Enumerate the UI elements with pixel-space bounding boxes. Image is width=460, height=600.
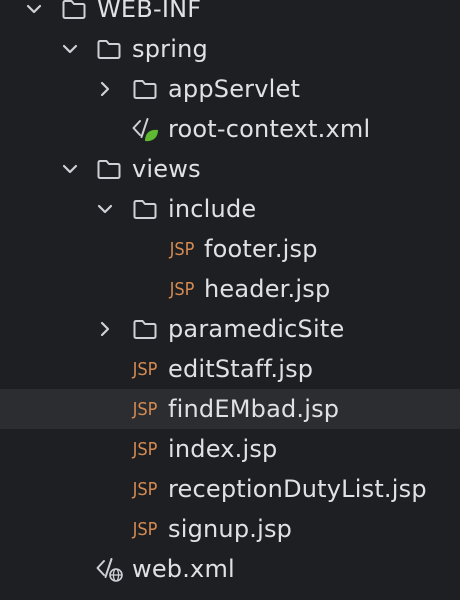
- chevron-down-icon[interactable]: [93, 197, 117, 221]
- folder-spring[interactable]: spring: [0, 29, 460, 69]
- jsp-file-icon: JSP: [132, 479, 158, 500]
- chevron-down-icon[interactable]: [58, 157, 82, 181]
- jsp-badge-text: JSP: [132, 479, 158, 500]
- folder-icon: [97, 40, 121, 59]
- tree-item-label: WEB-INF: [97, 0, 202, 23]
- jsp-file-icon: JSP: [132, 399, 158, 420]
- file-editstaff-jsp[interactable]: JSP editStaff.jsp: [0, 349, 460, 389]
- file-footer-jsp[interactable]: JSP footer.jsp: [0, 229, 460, 269]
- project-tree: WEB-INF spring appServlet root-context.x…: [0, 0, 460, 600]
- tree-item-label: appServlet: [168, 75, 301, 103]
- jsp-badge-text: JSP: [132, 519, 158, 540]
- tree-item-label: index.jsp: [168, 435, 278, 463]
- tree-item-label: signup.jsp: [168, 515, 293, 543]
- spring-xml-file-icon: [132, 118, 158, 142]
- file-receptiondutylist-jsp[interactable]: JSP receptionDutyList.jsp: [0, 469, 460, 509]
- tree-item-label: root-context.xml: [168, 115, 371, 143]
- tree-item-label: footer.jsp: [204, 235, 318, 263]
- tree-item-label: header.jsp: [204, 275, 331, 303]
- tree-item-label: include: [168, 195, 257, 223]
- jsp-badge-text: JSP: [169, 239, 195, 260]
- tree-item-label: findEMbad.jsp: [168, 395, 340, 423]
- folder-include[interactable]: include: [0, 189, 460, 229]
- folder-web-inf[interactable]: WEB-INF: [0, 0, 460, 29]
- folder-views[interactable]: views: [0, 149, 460, 189]
- chevron-right-icon[interactable]: [93, 317, 117, 341]
- folder-icon: [62, 0, 86, 19]
- web-xml-file-icon: [96, 558, 123, 582]
- folder-icon: [133, 200, 157, 219]
- jsp-file-icon: JSP: [132, 359, 158, 380]
- file-findembad-jsp[interactable]: JSP findEMbad.jsp: [0, 389, 460, 429]
- tree-item-label: receptionDutyList.jsp: [168, 475, 427, 503]
- file-root-context-xml[interactable]: root-context.xml: [0, 109, 460, 149]
- folder-icon: [97, 160, 121, 179]
- file-signup-jsp[interactable]: JSP signup.jsp: [0, 509, 460, 549]
- jsp-file-icon: JSP: [132, 439, 158, 460]
- file-index-jsp[interactable]: JSP index.jsp: [0, 429, 460, 469]
- chevron-right-icon[interactable]: [93, 77, 117, 101]
- jsp-badge-text: JSP: [132, 439, 158, 460]
- jsp-badge-text: JSP: [132, 359, 158, 380]
- jsp-badge-text: JSP: [132, 399, 158, 420]
- chevron-down-icon[interactable]: [58, 37, 82, 61]
- tree-item-label: spring: [132, 35, 208, 63]
- tree-item-label: paramedicSite: [168, 315, 345, 343]
- folder-paramedicsite[interactable]: paramedicSite: [0, 309, 460, 349]
- folder-icon: [133, 80, 157, 99]
- chevron-down-icon[interactable]: [22, 0, 46, 21]
- folder-icon: [133, 320, 157, 339]
- jsp-badge-text: JSP: [169, 279, 195, 300]
- jsp-file-icon: JSP: [169, 239, 195, 260]
- tree-item-label: web.xml: [132, 555, 235, 583]
- jsp-file-icon: JSP: [132, 519, 158, 540]
- folder-appservlet[interactable]: appServlet: [0, 69, 460, 109]
- file-web-xml[interactable]: web.xml: [0, 549, 460, 589]
- tree-item-label: editStaff.jsp: [168, 355, 314, 383]
- jsp-file-icon: JSP: [169, 279, 195, 300]
- file-header-jsp[interactable]: JSP header.jsp: [0, 269, 460, 309]
- tree-item-label: views: [132, 155, 201, 183]
